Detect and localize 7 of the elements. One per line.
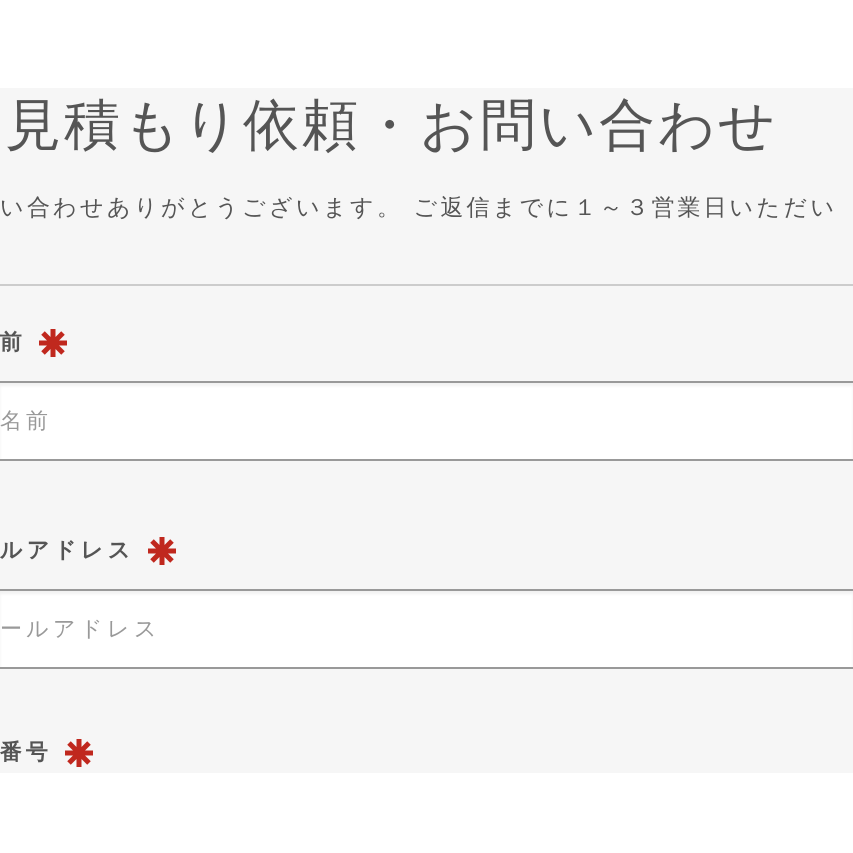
text-input-field[interactable]: ールアドレス: [0, 589, 853, 669]
field-label: ルアドレス: [0, 537, 135, 565]
intro-text: い合わせありがとうございます。 ご返信までに１～３営業日いただい: [0, 194, 838, 223]
page-title: 見積もり依頼・お問い合わせ: [5, 92, 778, 160]
field-label: 番号: [0, 739, 52, 767]
text-input-field[interactable]: 名前: [0, 381, 853, 461]
field-label: 前: [0, 329, 26, 357]
